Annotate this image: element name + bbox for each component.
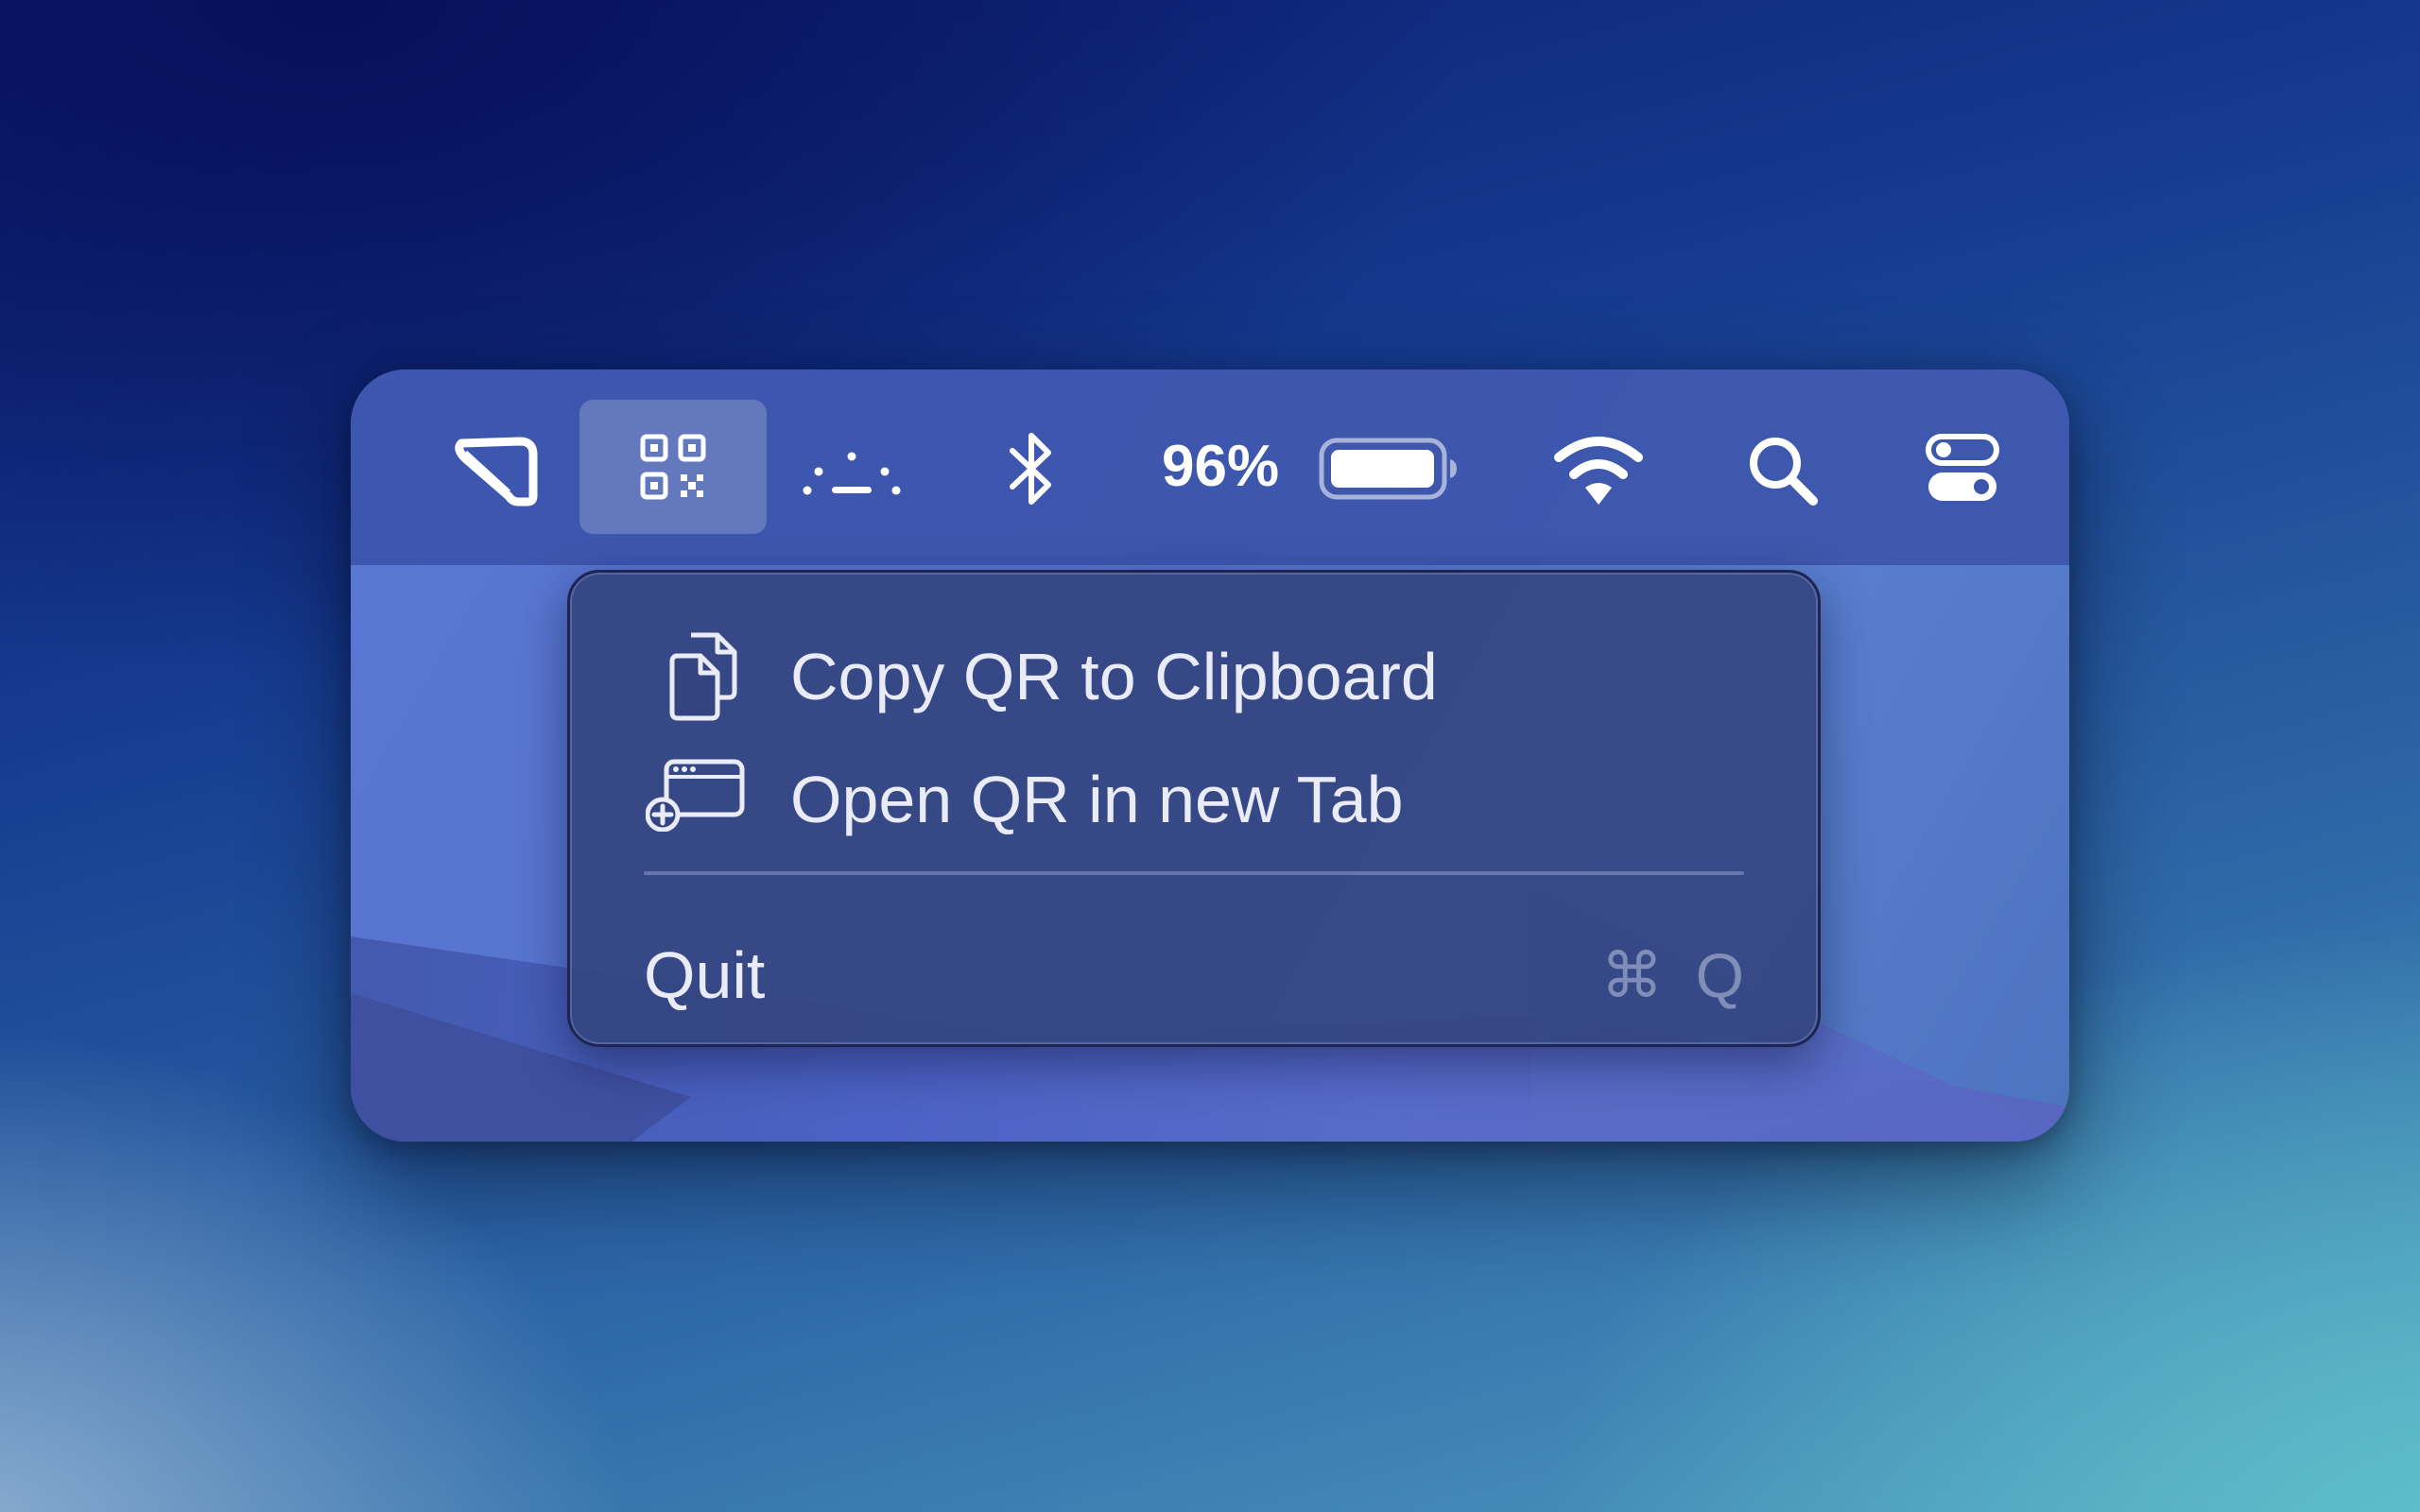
qr-dropdown-menu: Copy QR to Clipboard Open QR in new Tab … (567, 570, 1821, 1047)
quit-menu-item[interactable]: Quit ⌘ Q (570, 928, 1818, 1022)
open-qr-tab-label: Open QR in new Tab (790, 763, 1404, 836)
open-qr-tab-menu-item[interactable]: Open QR in new Tab (570, 752, 1818, 847)
menu-bar: 96% (351, 369, 2069, 565)
menu-separator (644, 871, 1744, 875)
quit-label: Quit (644, 938, 766, 1012)
new-tab-window-icon (645, 756, 746, 836)
qr-code-menu-item[interactable] (579, 400, 767, 534)
dotted-sleep-icon[interactable] (795, 426, 908, 511)
copy-documents-icon (665, 629, 740, 727)
quit-shortcut: ⌘ Q (1600, 940, 1752, 1010)
qr-code-icon (639, 433, 707, 501)
bluetooth-icon[interactable] (994, 421, 1069, 516)
copy-qr-label: Copy QR to Clipboard (790, 640, 1438, 713)
battery-percentage[interactable]: 96% (1162, 429, 1279, 505)
search-icon[interactable] (1740, 423, 1825, 518)
wifi-icon[interactable] (1542, 421, 1655, 516)
control-center-icon[interactable] (1915, 421, 2010, 516)
app-outline-icon[interactable] (445, 421, 549, 516)
copy-qr-menu-item[interactable]: Copy QR to Clipboard (570, 629, 1818, 724)
battery-icon[interactable] (1313, 431, 1464, 507)
